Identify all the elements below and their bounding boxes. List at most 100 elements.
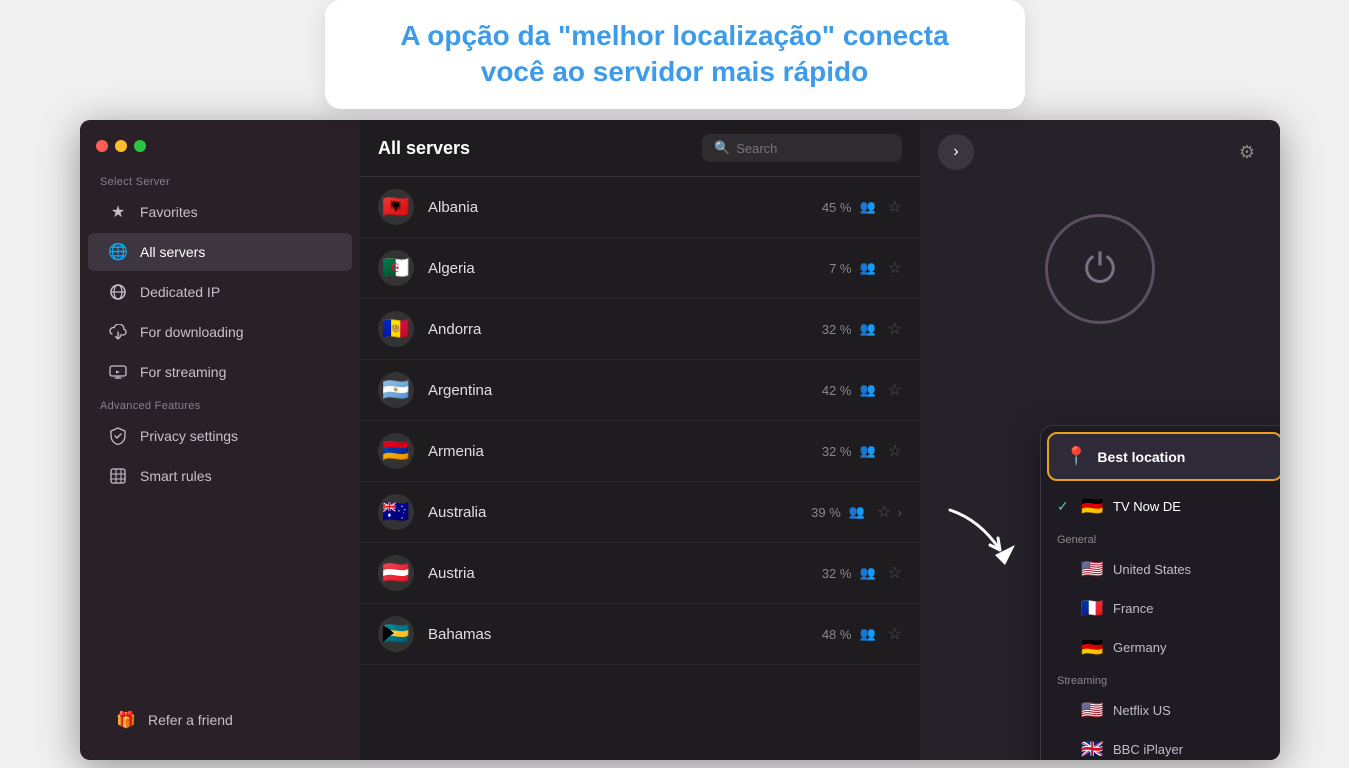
sidebar: Select Server ★ Favorites 🌐 All servers … [80, 120, 360, 760]
sidebar-privacy-settings-label: Privacy settings [140, 428, 238, 444]
right-panel: › ⚙ ⏻ 📍 Best location ✓ 🇩🇪 TV Now DE Gen… [920, 120, 1280, 760]
country-name-austria: Austria [428, 565, 822, 582]
server-load-argentina: 42 % [822, 383, 852, 398]
streaming-icon [108, 362, 128, 382]
best-location-item[interactable]: 📍 Best location [1047, 432, 1280, 481]
server-row[interactable]: 🇩🇿 Algeria 7 % 👥 ☆ [360, 238, 920, 299]
sidebar-item-privacy-settings[interactable]: Privacy settings [88, 417, 352, 455]
dropdown-section-streaming: Streaming [1041, 667, 1280, 691]
star-algeria[interactable]: ☆ [888, 258, 902, 278]
maximize-button[interactable] [134, 140, 146, 152]
star-argentina[interactable]: ☆ [888, 380, 902, 400]
flag-algeria: 🇩🇿 [378, 250, 414, 286]
dedicated-ip-icon [108, 282, 128, 302]
flag-armenia: 🇦🇲 [378, 433, 414, 469]
sidebar-for-streaming-label: For streaming [140, 364, 226, 380]
search-box[interactable]: 🔍 [702, 134, 902, 162]
server-row[interactable]: 🇦🇲 Armenia 32 % 👥 ☆ [360, 421, 920, 482]
star-icon: ★ [108, 202, 128, 222]
star-andorra[interactable]: ☆ [888, 319, 902, 339]
navigate-button[interactable]: › [938, 134, 974, 170]
users-icon: 👥 [859, 443, 875, 459]
server-load-andorra: 32 % [822, 322, 852, 337]
users-icon: 👥 [859, 626, 875, 642]
location-pin-icon: 📍 [1065, 446, 1087, 467]
country-name-albania: Albania [428, 199, 822, 216]
flag-de: 🇩🇪 [1081, 637, 1103, 658]
sidebar-item-refer-friend[interactable]: 🎁 Refer a friend [96, 701, 344, 739]
server-list-header: All servers 🔍 [360, 120, 920, 177]
dropdown-item-netflix-us[interactable]: 🇺🇸 Netflix US [1041, 691, 1280, 730]
server-list-panel: All servers 🔍 🇦🇱 Albania 45 % 👥 ☆ 🇩🇿 Alg… [360, 120, 920, 760]
dropdown-item-tv-now-de[interactable]: ✓ 🇩🇪 TV Now DE [1041, 487, 1280, 526]
server-load-australia: 39 % [811, 505, 841, 520]
sidebar-for-downloading-label: For downloading [140, 324, 244, 340]
settings-button[interactable]: ⚙ [1232, 137, 1262, 167]
sidebar-item-for-streaming[interactable]: For streaming [88, 353, 352, 391]
country-name-argentina: Argentina [428, 382, 822, 399]
server-row[interactable]: 🇦🇹 Austria 32 % 👥 ☆ [360, 543, 920, 604]
dropdown-bbc-iplayer-label: BBC iPlayer [1113, 742, 1183, 757]
server-load-armenia: 32 % [822, 444, 852, 459]
dropdown-item-united-states[interactable]: 🇺🇸 United States [1041, 550, 1280, 589]
minimize-button[interactable] [115, 140, 127, 152]
sidebar-item-all-servers[interactable]: 🌐 All servers [88, 233, 352, 271]
dropdown-france-label: France [1113, 601, 1153, 616]
sidebar-dedicated-ip-label: Dedicated IP [140, 284, 220, 300]
flag-fr: 🇫🇷 [1081, 598, 1103, 619]
flag-bahamas: 🇧🇸 [378, 616, 414, 652]
country-name-australia: Australia [428, 504, 811, 521]
gift-icon: 🎁 [116, 710, 136, 730]
dropdown-item-france[interactable]: 🇫🇷 France [1041, 589, 1280, 628]
server-row[interactable]: 🇦🇷 Argentina 42 % 👥 ☆ [360, 360, 920, 421]
search-input[interactable] [736, 141, 890, 156]
sidebar-item-for-downloading[interactable]: For downloading [88, 313, 352, 351]
expand-arrow[interactable]: › [897, 504, 902, 520]
globe-icon: 🌐 [108, 242, 128, 262]
dropdown-item-bbc-iplayer[interactable]: 🇬🇧 BBC iPlayer [1041, 730, 1280, 760]
traffic-lights [80, 140, 360, 168]
server-load-albania: 45 % [822, 200, 852, 215]
sidebar-item-favorites[interactable]: ★ Favorites [88, 193, 352, 231]
flag-us: 🇺🇸 [1081, 559, 1103, 580]
dropdown-germany-label: Germany [1113, 640, 1166, 655]
country-name-armenia: Armenia [428, 443, 822, 460]
sidebar-refer-friend-label: Refer a friend [148, 712, 233, 728]
server-row[interactable]: 🇦🇺 Australia 39 % 👥 ☆ › [360, 482, 920, 543]
close-button[interactable] [96, 140, 108, 152]
server-row[interactable]: 🇦🇱 Albania 45 % 👥 ☆ [360, 177, 920, 238]
country-name-bahamas: Bahamas [428, 626, 822, 643]
dropdown-tv-now-de-label: TV Now DE [1113, 499, 1181, 514]
sidebar-select-server-label: Select Server [80, 168, 360, 192]
shield-icon [108, 426, 128, 446]
users-icon: 👥 [859, 382, 875, 398]
flag-tv-now-de: 🇩🇪 [1081, 496, 1103, 517]
app-window: Select Server ★ Favorites 🌐 All servers … [80, 120, 1280, 760]
star-australia[interactable]: ☆ [877, 502, 891, 522]
country-name-andorra: Andorra [428, 321, 822, 338]
best-location-label: Best location [1097, 449, 1185, 465]
flag-austria: 🇦🇹 [378, 555, 414, 591]
users-icon: 👥 [849, 504, 865, 520]
sidebar-item-dedicated-ip[interactable]: Dedicated IP [88, 273, 352, 311]
flag-albania: 🇦🇱 [378, 189, 414, 225]
power-button[interactable]: ⏻ [1045, 214, 1155, 324]
dropdown-item-germany[interactable]: 🇩🇪 Germany [1041, 628, 1280, 667]
star-albania[interactable]: ☆ [888, 197, 902, 217]
star-armenia[interactable]: ☆ [888, 441, 902, 461]
sidebar-smart-rules-label: Smart rules [140, 468, 212, 484]
server-list-body: 🇦🇱 Albania 45 % 👥 ☆ 🇩🇿 Algeria 7 % 👥 ☆ 🇦… [360, 177, 920, 760]
star-austria[interactable]: ☆ [888, 563, 902, 583]
sidebar-item-smart-rules[interactable]: Smart rules [88, 457, 352, 495]
server-row[interactable]: 🇦🇩 Andorra 32 % 👥 ☆ [360, 299, 920, 360]
arrow-annotation [940, 500, 1060, 585]
star-bahamas[interactable]: ☆ [888, 624, 902, 644]
sidebar-advanced-features-label: Advanced Features [80, 392, 360, 416]
tooltip-banner: A opção da "melhor localização" conecta … [325, 0, 1025, 109]
users-icon: 👥 [859, 199, 875, 215]
server-row[interactable]: 🇧🇸 Bahamas 48 % 👥 ☆ [360, 604, 920, 665]
right-panel-top-bar: › ⚙ [920, 120, 1280, 184]
dropdown-netflix-us-label: Netflix US [1113, 703, 1171, 718]
download-cloud-icon [108, 322, 128, 342]
power-button-container: ⏻ [1045, 214, 1155, 324]
